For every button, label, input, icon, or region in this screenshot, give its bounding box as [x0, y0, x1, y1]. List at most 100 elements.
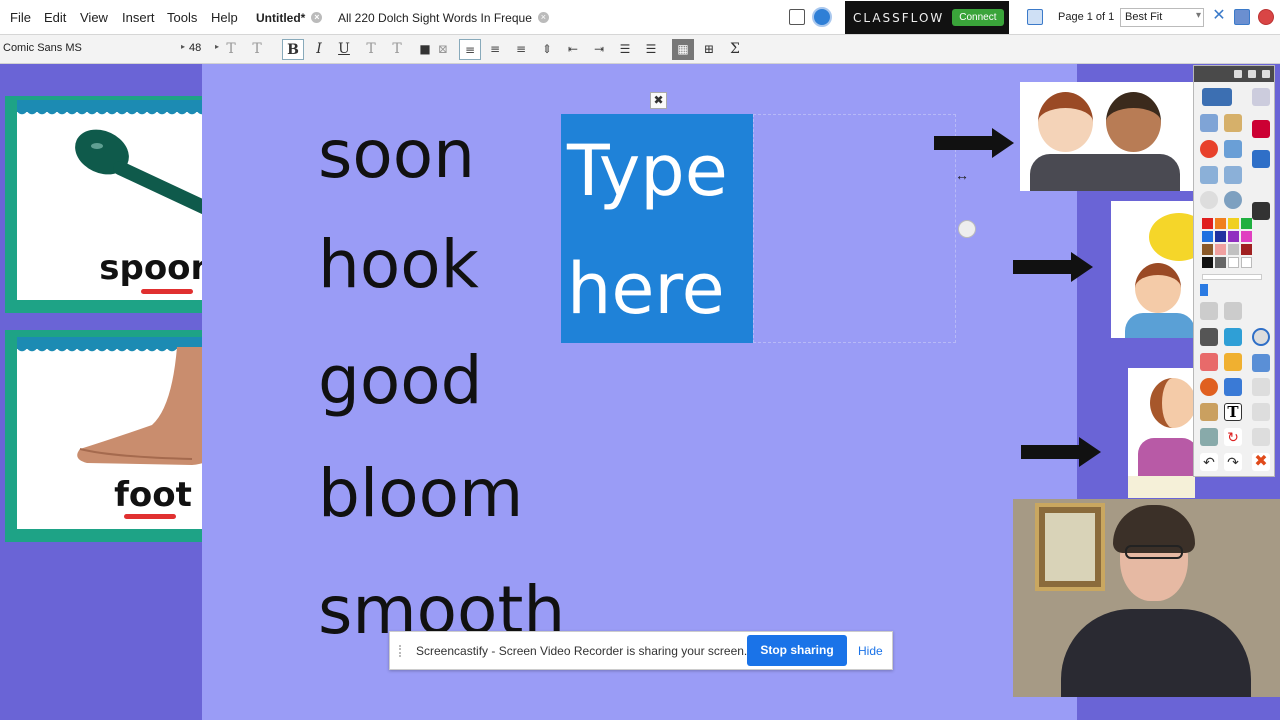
color-swatch-blue[interactable]: [1202, 231, 1213, 242]
desktop-icon[interactable]: [1224, 140, 1242, 158]
save-icon[interactable]: [1252, 120, 1270, 138]
align-right-icon[interactable]: ≡: [510, 39, 532, 60]
decrease-indent-icon[interactable]: ⇤: [562, 39, 584, 60]
page-view-icon[interactable]: [789, 9, 805, 25]
rotate-handle[interactable]: [958, 220, 976, 238]
sight-word[interactable]: good: [318, 348, 483, 414]
stop-sharing-button[interactable]: Stop sharing: [747, 635, 847, 666]
color-swatch-yellow[interactable]: [1228, 218, 1239, 229]
shape-icon[interactable]: [1200, 378, 1218, 396]
pin-icon[interactable]: [1252, 150, 1270, 168]
equation-icon[interactable]: Σ: [724, 39, 746, 60]
align-center-icon[interactable]: ≡: [484, 39, 506, 60]
menu-file[interactable]: File: [10, 10, 31, 25]
menu-edit[interactable]: Edit: [44, 10, 66, 25]
flipchart-icon[interactable]: [1252, 88, 1270, 106]
color-swatch-navy[interactable]: [1215, 231, 1226, 242]
color-swatch-black[interactable]: [1202, 257, 1213, 268]
menu-help[interactable]: Help: [211, 10, 238, 25]
child-thinking-picture[interactable]: [1111, 201, 1195, 338]
connect-button[interactable]: Connect: [952, 9, 1004, 26]
font-select[interactable]: Comic Sans MS ▸: [3, 42, 185, 54]
clipboard-icon[interactable]: [1252, 378, 1270, 396]
grid-icon[interactable]: [1252, 428, 1270, 446]
camera-icon[interactable]: [1252, 202, 1270, 220]
reset-icon[interactable]: ↻: [1224, 428, 1242, 446]
tools-menu-icon[interactable]: [1200, 428, 1218, 446]
reveal-icon[interactable]: [1252, 354, 1270, 372]
arrow-shape[interactable]: [1013, 252, 1093, 282]
undo-icon[interactable]: ↶: [1200, 453, 1218, 471]
menu-insert[interactable]: Insert: [122, 10, 155, 25]
superscript-icon[interactable]: T: [360, 39, 382, 60]
color-swatch-custom[interactable]: [1241, 257, 1252, 268]
connector-icon[interactable]: [1224, 378, 1242, 396]
browser-icon[interactable]: [1200, 114, 1218, 132]
snowflake-icon[interactable]: [1027, 9, 1043, 25]
grow-font-icon[interactable]: T: [220, 39, 242, 60]
insert-table-icon[interactable]: ▦: [672, 39, 694, 60]
color-swatch-brown[interactable]: [1202, 244, 1213, 255]
record-icon[interactable]: [1200, 140, 1218, 158]
drag-handle-icon[interactable]: [399, 645, 404, 657]
sight-word[interactable]: hook: [318, 232, 479, 298]
tab-dolch-sight-words[interactable]: All 220 Dolch Sight Words In Freque ×: [338, 4, 549, 31]
close-app-icon[interactable]: [1258, 9, 1274, 25]
sight-word[interactable]: bloom: [318, 461, 523, 527]
align-left-icon[interactable]: ≡: [459, 39, 481, 60]
menu-view[interactable]: View: [80, 10, 108, 25]
hide-button[interactable]: Hide: [858, 644, 883, 658]
close-textbox-icon[interactable]: ✖: [650, 92, 667, 109]
library-icon[interactable]: [1224, 114, 1242, 132]
eraser-icon[interactable]: [1200, 353, 1218, 371]
highlighter-icon[interactable]: [1224, 328, 1242, 346]
color-swatch-white[interactable]: [1228, 257, 1239, 268]
arrow-shape[interactable]: [934, 128, 1014, 158]
text-box[interactable]: Type here: [561, 114, 753, 343]
color-swatch-green[interactable]: [1241, 218, 1252, 229]
palette-titlebar[interactable]: [1194, 66, 1274, 82]
color-swatch-orange[interactable]: [1215, 218, 1226, 229]
delete-icon[interactable]: ✖: [1252, 453, 1270, 471]
pen-icon[interactable]: [1200, 328, 1218, 346]
zoom-select[interactable]: Best Fit ▾: [1120, 8, 1204, 27]
sight-word[interactable]: soon: [318, 122, 475, 188]
color-swatch-grey[interactable]: [1228, 244, 1239, 255]
clock-icon[interactable]: [1252, 328, 1270, 346]
duplicate-icon[interactable]: [1252, 403, 1270, 421]
color-swatch-dark-grey[interactable]: [1215, 257, 1226, 268]
back-icon[interactable]: [1200, 166, 1218, 184]
select-all-icon[interactable]: ⊞: [698, 39, 720, 60]
menu-tools[interactable]: Tools: [167, 10, 197, 25]
children-picture[interactable]: [1020, 82, 1195, 191]
magic-ink-icon[interactable]: [1224, 302, 1242, 320]
fullscreen-icon[interactable]: ✕: [1211, 8, 1227, 25]
shrink-font-icon[interactable]: T: [246, 39, 268, 60]
arrow-shape[interactable]: [1021, 437, 1101, 467]
share-icon[interactable]: [1202, 88, 1232, 106]
child-reading-picture[interactable]: [1128, 368, 1195, 498]
select-icon[interactable]: [1200, 302, 1218, 320]
spotlight-icon[interactable]: [1200, 191, 1218, 209]
italic-button[interactable]: I: [308, 39, 330, 60]
color-swatch-red[interactable]: [1202, 218, 1213, 229]
color-swatch-magenta[interactable]: [1241, 231, 1252, 242]
font-size-select[interactable]: 48 ▸: [189, 42, 219, 54]
color-swatch-pink[interactable]: [1215, 244, 1226, 255]
numbered-list-icon[interactable]: ☰: [640, 39, 662, 60]
increase-indent-icon[interactable]: ⇥: [588, 39, 610, 60]
line-spacing-icon[interactable]: ⇕: [536, 39, 558, 60]
color-swatch-purple[interactable]: [1228, 231, 1239, 242]
handwriting-icon[interactable]: [1200, 403, 1218, 421]
highlight-icon[interactable]: ⊠: [432, 39, 454, 60]
bullet-list-icon[interactable]: ☰: [614, 39, 636, 60]
redo-icon[interactable]: ↷: [1224, 453, 1242, 471]
pen-width-selector[interactable]: [1202, 274, 1262, 280]
tab-untitled[interactable]: Untitled* ×: [256, 4, 323, 31]
underline-button[interactable]: U: [333, 39, 355, 60]
bold-button[interactable]: B: [282, 39, 304, 60]
close-icon[interactable]: ×: [537, 12, 549, 23]
fill-icon[interactable]: [1224, 353, 1242, 371]
window-icon[interactable]: [1234, 9, 1250, 25]
forward-icon[interactable]: [1224, 166, 1242, 184]
